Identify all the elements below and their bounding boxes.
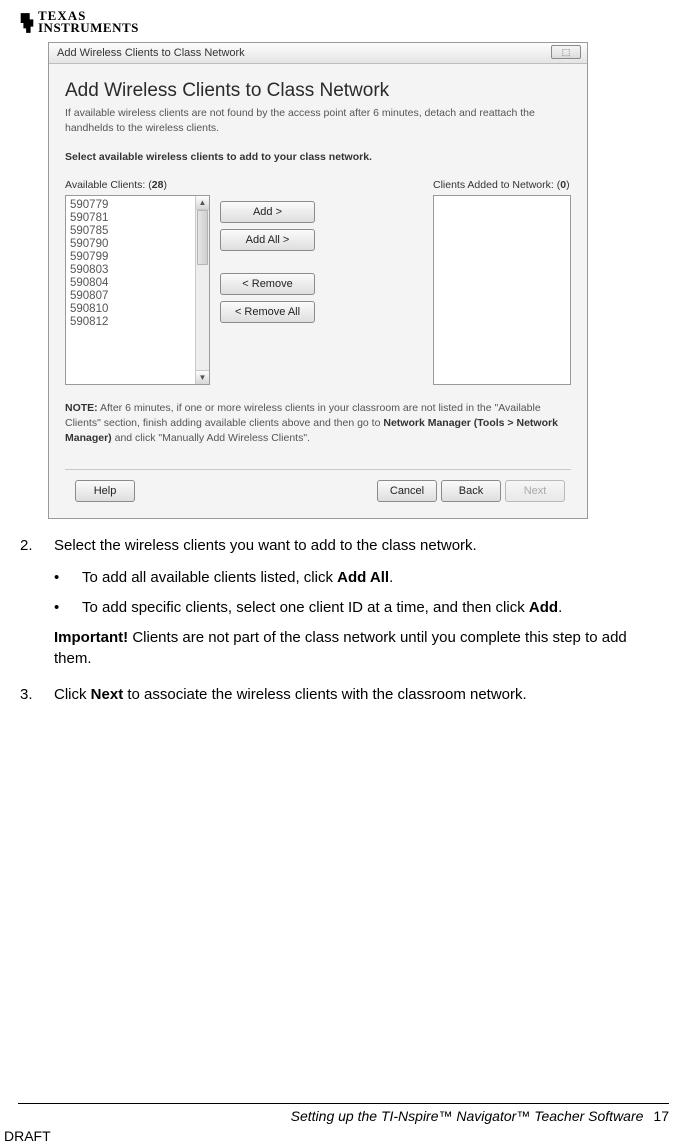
step-text: Click Next to associate the wireless cli… (54, 684, 527, 706)
sub-text: To add specific clients, select one clie… (82, 597, 562, 619)
scroll-down-icon[interactable]: ▼ (196, 370, 209, 384)
scrollbar[interactable]: ▲ ▼ (195, 196, 209, 384)
dialog-heading: Add Wireless Clients to Class Network (65, 80, 571, 102)
available-label: Available Clients: (28) (65, 179, 210, 191)
important-text: Important! Clients are not part of the c… (54, 627, 667, 671)
logo-line2: INSTRUMENTS (38, 22, 139, 34)
list-item[interactable]: 590810 (70, 303, 191, 315)
ti-logo: TEXAS INSTRUMENTS (18, 10, 669, 36)
list-item[interactable]: 590785 (70, 225, 191, 237)
footer-rule (18, 1103, 669, 1104)
dialog-titlebar: Add Wireless Clients to Class Network ⬚ (49, 43, 587, 64)
bullet-icon: • (54, 567, 82, 589)
list-item[interactable]: 590803 (70, 264, 191, 276)
list-item[interactable]: 590807 (70, 290, 191, 302)
cancel-button[interactable]: Cancel (377, 480, 437, 502)
dialog-instruction: Select available wireless clients to add… (65, 151, 571, 163)
available-clients-list[interactable]: 590779 590781 590785 590790 590799 59080… (65, 195, 210, 385)
step-text: Select the wireless clients you want to … (54, 535, 477, 557)
list-item[interactable]: 590804 (70, 277, 191, 289)
page-number: 17 (653, 1108, 669, 1124)
titlebar-text: Add Wireless Clients to Class Network (57, 47, 245, 59)
list-item[interactable]: 590812 (70, 316, 191, 328)
list-item[interactable]: 590790 (70, 238, 191, 250)
ti-chip-icon (18, 10, 36, 36)
list-item[interactable]: 590779 (70, 199, 191, 211)
draft-watermark: DRAFT (4, 1128, 51, 1144)
back-button[interactable]: Back (441, 480, 501, 502)
dialog-subtext: If available wireless clients are not fo… (65, 106, 571, 135)
added-clients-list[interactable] (433, 195, 571, 385)
dialog-window: Add Wireless Clients to Class Network ⬚ … (48, 42, 588, 519)
scroll-up-icon[interactable]: ▲ (196, 196, 209, 210)
footer-text: Setting up the TI-Nspire™ Navigator™ Tea… (18, 1108, 669, 1124)
add-button[interactable]: Add > (220, 201, 315, 223)
added-label: Clients Added to Network: (0) (433, 179, 571, 191)
list-item[interactable]: 590781 (70, 212, 191, 224)
step-number: 3. (20, 684, 54, 706)
list-item[interactable]: 590799 (70, 251, 191, 263)
add-all-button[interactable]: Add All > (220, 229, 315, 251)
scroll-thumb[interactable] (197, 210, 208, 265)
sub-text: To add all available clients listed, cli… (82, 567, 393, 589)
help-button[interactable]: Help (75, 480, 135, 502)
remove-button[interactable]: < Remove (220, 273, 315, 295)
step-number: 2. (20, 535, 54, 557)
next-button[interactable]: Next (505, 480, 565, 502)
bullet-icon: • (54, 597, 82, 619)
dialog-note: NOTE: After 6 minutes, if one or more wi… (65, 401, 571, 445)
close-button[interactable]: ⬚ (551, 45, 581, 59)
remove-all-button[interactable]: < Remove All (220, 301, 315, 323)
